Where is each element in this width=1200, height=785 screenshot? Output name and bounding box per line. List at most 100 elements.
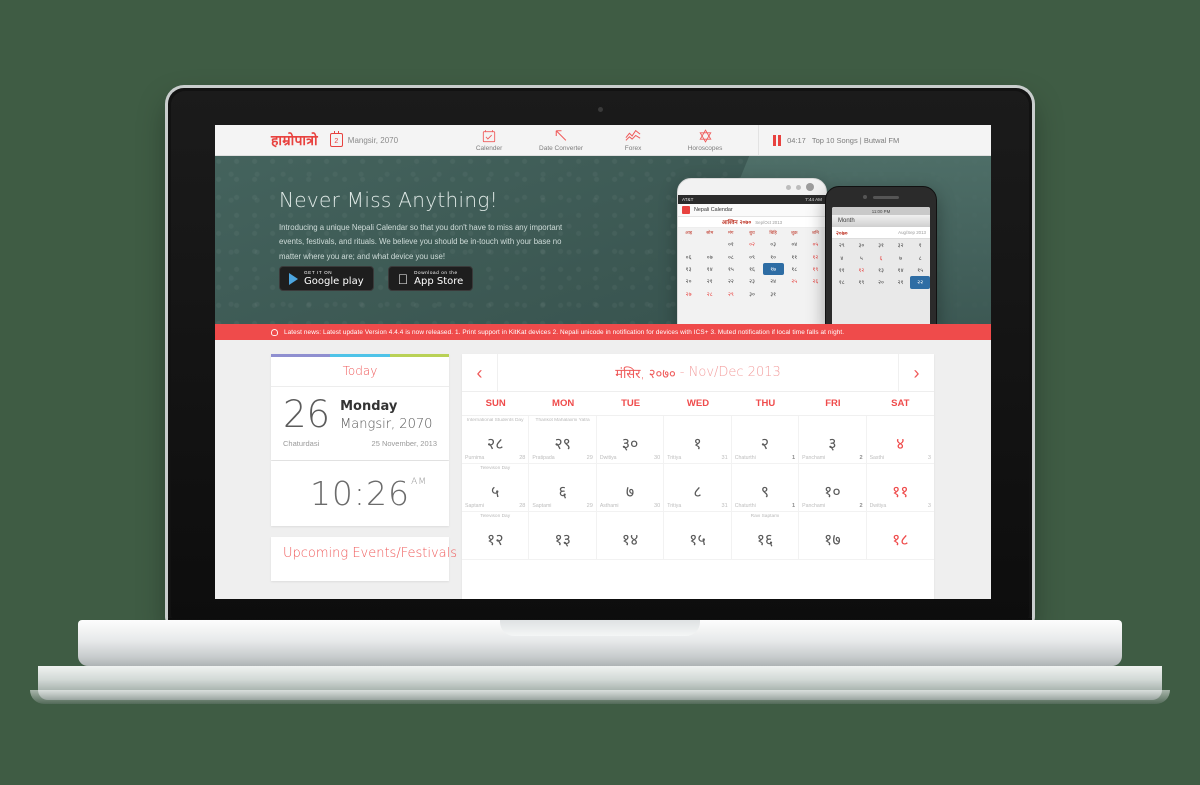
android-day-cell: ०९: [749, 254, 755, 261]
today-card-stripe: [271, 354, 449, 357]
google-play-badge[interactable]: GET IT ON Google play: [279, 266, 374, 291]
android-day-cell: २४: [770, 279, 777, 286]
calendar-cell-english-date: 29: [586, 503, 593, 509]
calendar-day-cell[interactable]: ३० Dwitiya 30: [596, 416, 665, 464]
android-day-cell: १४: [706, 266, 713, 273]
nav-label-date-converter: Date Converter: [539, 145, 584, 152]
calendar-cell-footer: Purnima 28: [462, 455, 528, 461]
android-dow-cell: सोम: [706, 231, 714, 236]
calendar-cell-event: [799, 514, 865, 525]
android-day-cell: २८: [706, 291, 713, 298]
android-dow-cell: बुध: [749, 231, 755, 236]
calendar-dow-fri: FRI: [825, 398, 841, 409]
calendar-day-cell[interactable]: ४ Sasthi 3: [866, 416, 934, 464]
calendar-day-cell[interactable]: ३ Panchami 2: [799, 416, 867, 464]
nav-item-horoscopes[interactable]: Horoscopes: [682, 128, 728, 152]
calendar-cell-footer: Dwitiya 30: [597, 455, 663, 461]
calendar-cell-tithi: Panchami: [802, 455, 826, 461]
ios-day-cell: ८: [918, 255, 922, 262]
calendar-day-cell[interactable]: १ Tritiya 31: [664, 416, 732, 464]
calendar-cell-english-date: 28: [519, 503, 526, 509]
calendar-cell-tithi: Tritiya: [667, 503, 682, 509]
hero-section: Never Miss Anything! Introducing a uniqu…: [215, 156, 991, 324]
ios-screen: 11:00 PM Month २०७० Aug/Sep 2013 २९ ३० ३१ ३…: [832, 207, 930, 324]
calendar-grid: International Students Day २८ Purnima 28 Tha…: [462, 416, 934, 560]
chevron-left-icon[interactable]: ‹: [462, 364, 497, 382]
calendar-day-cell[interactable]: ११ Dwitiya 3: [866, 464, 934, 512]
android-phone-mockup: AT&T 7:44 AM Nepali Calendar आश्विन २०७०…: [677, 178, 827, 324]
radio-player[interactable]: 04:17 Top 10 Songs | Butwal FM: [758, 125, 899, 156]
player-title: Top 10 Songs | Butwal FM: [811, 135, 900, 145]
android-day-cell: ०८: [727, 254, 734, 261]
nav-item-forex[interactable]: Forex: [610, 128, 656, 152]
android-carrier: AT&T: [682, 197, 694, 202]
calendar-day-cell[interactable]: Ravi Saptami १६: [731, 512, 800, 560]
star-hexagram-icon: [698, 128, 713, 143]
calendar-day-cell[interactable]: ९ Chaturthi 1: [731, 464, 800, 512]
calendar-day-cell[interactable]: १० Panchami 2: [799, 464, 867, 512]
ios-day-cell: १९: [858, 280, 865, 287]
line-chart-icon: [625, 128, 641, 143]
calendar-cell-footer: Tritiya 31: [664, 503, 730, 509]
calendar-dow-tue: TUE: [621, 398, 641, 409]
player-time: 04:17: [787, 135, 806, 145]
ios-day-cell: ५: [859, 255, 863, 262]
calendar-cell-event: [799, 418, 865, 429]
calendar-day-cell[interactable]: १४: [596, 512, 665, 560]
calendar-panel: ‹ मंसिर, २०७० - Nov/Dec 2013 › SUN MON TUE…: [462, 353, 934, 599]
calendar-cell-nepali-date: १: [693, 434, 702, 453]
calendar-day-cell[interactable]: Televison Day ५ Saptami 28: [462, 464, 530, 512]
ios-camera-icon: [863, 195, 867, 199]
pause-icon[interactable]: [773, 134, 782, 146]
calendar-cell-nepali-date: १८: [891, 530, 909, 549]
app-store-badge[interactable]:  Download on the App Store: [387, 266, 474, 291]
calendar-day-cell[interactable]: ७ Asthami 30: [596, 464, 665, 512]
calendar-cell-tithi: Tritiya: [667, 455, 682, 461]
nav-item-calender[interactable]: Calender: [466, 128, 512, 152]
browser-viewport: हाम्रोपात्रो 2 Mangsir, 2070 Calender Da…: [215, 125, 991, 599]
android-day-cell: ०१: [727, 242, 734, 249]
header-date-text: Mangsir, 2070: [347, 135, 399, 145]
left-column: Today 26 Monday Mangsir, 2070 Chaturdasi: [271, 354, 457, 599]
today-tithi: Chaturdasi: [283, 439, 320, 448]
calendar-day-cell[interactable]: ६ Saptami 29: [529, 464, 597, 512]
app-logo-icon: [682, 206, 690, 214]
calendar-day-headers: SUN MON TUE WED THU FRI SAT: [462, 392, 934, 416]
calendar-cell-event: [597, 514, 663, 525]
stripe-segment-0: [271, 354, 331, 357]
main-content: Today 26 Monday Mangsir, 2070 Chaturdasi: [215, 340, 991, 599]
calendar-day-cell[interactable]: Thankot Mahalaxmi Yatra २९ Pratipada 29: [529, 416, 597, 464]
app-store-label: App Store: [403, 275, 463, 287]
android-day-cell: ०४: [791, 242, 798, 249]
calendar-day-cell[interactable]: १८: [866, 512, 934, 560]
site-logo[interactable]: हाम्रोपात्रो: [271, 131, 318, 150]
calendar-day-cell[interactable]: Televison Day १२: [462, 512, 530, 560]
calendar-cell-event: [597, 418, 663, 429]
calendar-cell-tithi: Saptami: [532, 503, 552, 509]
store-badges: GET IT ON Google play  Download on the …: [279, 266, 474, 291]
calendar-day-cell[interactable]: २ Chaturthi 1: [731, 416, 800, 464]
calendar-day-cell[interactable]: १५: [664, 512, 732, 560]
calendar-cell-footer: Dwitiya 3: [867, 503, 934, 509]
calendar-day-cell[interactable]: ८ Tritiya 31: [664, 464, 732, 512]
ios-day-cell: १२: [858, 267, 865, 274]
calendar-cell-event: [597, 466, 663, 477]
arrow-up-left-icon: [554, 128, 569, 143]
calendar-cell-tithi: Pratipada: [532, 455, 555, 461]
android-day-cell: २६: [812, 279, 819, 286]
nav-item-date-converter[interactable]: Date Converter: [538, 128, 584, 152]
ios-calendar-grid: २९ ३० ३१ ३२ १ ४ ५ ६ ७ ८ ११ १२ १३ १४ १५ १८ १९ २० २१ २२: [832, 239, 930, 289]
calendar-day-cell[interactable]: International Students Day २८ Purnima 28: [462, 416, 530, 464]
ios-day-cell: २०: [878, 280, 884, 287]
calendar-cell-english-date: 29: [586, 455, 593, 461]
calendar-cell-event: [732, 418, 798, 429]
calendar-cell-event: [867, 466, 934, 477]
android-status-bar: AT&T 7:44 AM: [678, 195, 826, 204]
android-dow-cell: आइ: [685, 231, 693, 236]
calendar-day-cell[interactable]: १३: [529, 512, 597, 560]
ios-month-en: Aug/Sep 2013: [898, 230, 926, 235]
today-english-date: 25 November, 2013: [371, 439, 437, 448]
chevron-right-icon[interactable]: ›: [899, 364, 934, 382]
calendar-day-cell[interactable]: १७: [799, 512, 867, 560]
header-date-widget[interactable]: 2 Mangsir, 2070: [329, 131, 399, 147]
